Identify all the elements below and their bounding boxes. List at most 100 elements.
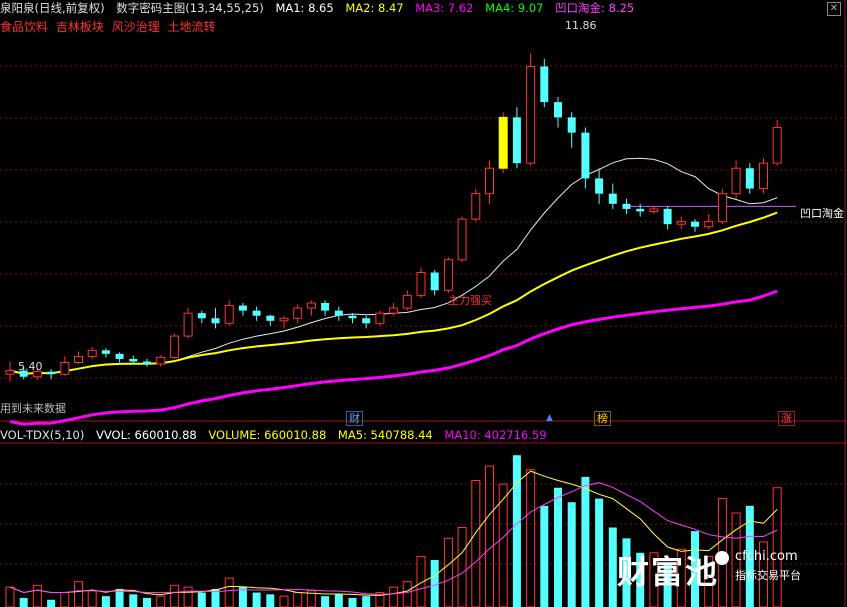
volume-value: VOLUME: 660010.88 — [208, 428, 327, 442]
volume-bar — [19, 597, 28, 607]
volume-bar — [443, 537, 453, 607]
volume-bar — [60, 592, 70, 607]
candle-body — [691, 221, 699, 227]
candle-body — [430, 272, 439, 291]
volume-bar — [169, 584, 179, 607]
bang-marker[interactable]: 榜 — [594, 411, 611, 426]
candle-body — [279, 317, 289, 322]
volume-bar — [101, 596, 110, 607]
watermark-site: cfchi.com — [735, 549, 798, 564]
volume-bar — [512, 455, 521, 607]
candle-body — [457, 218, 467, 261]
volume-bar — [526, 469, 536, 607]
volume-bar — [567, 502, 576, 607]
cai-marker[interactable]: 财 — [346, 411, 363, 426]
moving-average-lines — [9, 157, 796, 426]
ma10-value: MA10: 402716.59 — [444, 428, 547, 442]
candle-body — [540, 66, 549, 103]
candle-body — [87, 349, 97, 357]
candle-body — [115, 353, 124, 359]
candle-body — [704, 221, 714, 228]
candle-body — [74, 355, 83, 364]
volume-bar — [279, 595, 289, 607]
ma1-line — [9, 157, 778, 375]
ma5-value: MA5: 540788.44 — [337, 428, 433, 442]
volume-bar — [32, 584, 42, 607]
candle-body — [348, 315, 357, 319]
volume-bar — [293, 592, 303, 607]
candle-body — [169, 335, 179, 358]
volume-bar — [87, 590, 97, 607]
candle-body — [266, 315, 275, 321]
candle-body — [293, 307, 303, 319]
main-force-label: 主力强买 — [448, 294, 492, 307]
candlestick-series — [5, 53, 782, 382]
candle-body — [306, 302, 316, 309]
volume-bar — [457, 527, 467, 607]
candle-body — [772, 127, 782, 164]
volume-bar — [183, 586, 193, 607]
volume-bar — [143, 597, 151, 607]
volume-bar — [197, 592, 206, 607]
globe-icon — [715, 551, 729, 565]
candle-body — [252, 310, 261, 316]
candle-body — [211, 318, 220, 324]
high-price-label: 11.86 — [565, 19, 597, 32]
candle-body — [759, 162, 768, 190]
candle-body — [636, 208, 645, 212]
candle-body — [554, 102, 562, 118]
volume-bar — [224, 577, 234, 607]
candle-body — [512, 117, 521, 164]
volume-bar — [321, 596, 330, 607]
candle-body — [129, 358, 138, 362]
candle-body — [321, 303, 330, 311]
candle-body — [745, 168, 754, 189]
candle-body — [238, 305, 247, 311]
candle-body — [567, 117, 576, 133]
volume-bar — [47, 599, 56, 607]
volume-bar — [485, 465, 494, 607]
candle-body — [498, 116, 508, 169]
watermark-slogan: 指标交易平台 — [735, 569, 801, 582]
volume-bar — [554, 487, 562, 607]
candle-body — [101, 350, 110, 354]
volume-bar — [402, 581, 412, 607]
candle-body — [224, 305, 234, 324]
candle-body — [375, 312, 385, 324]
candle-body — [622, 203, 631, 209]
volume-bar — [430, 560, 439, 607]
up-arrow-marker[interactable]: ▲ — [544, 412, 555, 425]
volume-bar — [595, 498, 604, 607]
candle-body — [334, 310, 343, 316]
candle-body — [47, 371, 56, 375]
candle-body — [649, 208, 659, 212]
candle-body — [416, 271, 426, 296]
volume-bar — [540, 505, 549, 607]
candle-body — [717, 193, 727, 223]
candle-body — [676, 221, 686, 225]
low-price-label: 5.40 — [18, 360, 43, 373]
volume-bar — [471, 480, 481, 607]
candle-body — [608, 193, 617, 204]
ma2-line — [9, 211, 778, 375]
candle-body — [663, 208, 672, 225]
volume-bar — [348, 597, 357, 607]
cfchi-watermark: 财富池 cfchi.com 指标交易平台 — [617, 547, 817, 591]
candle-body — [60, 362, 70, 375]
kline-chart[interactable] — [0, 0, 847, 607]
volume-bar — [608, 527, 617, 607]
volume-bar — [266, 594, 275, 607]
candle-body — [389, 307, 399, 314]
volume-bar — [389, 586, 399, 607]
volume-bar — [252, 592, 261, 607]
zhang-marker[interactable]: 涨 — [778, 411, 795, 426]
candle-body — [485, 167, 494, 195]
candle-body — [197, 313, 206, 319]
volume-chart-header: VOL-TDX(5,10) VVOL: 660010.88 VOLUME: 66… — [0, 427, 555, 443]
candle-body — [443, 259, 453, 291]
future-data-label: 用到未来数据 — [0, 402, 66, 415]
volume-bar — [334, 594, 343, 607]
volume-bar — [129, 594, 138, 607]
volume-indicator-name[interactable]: VOL-TDX(5,10) — [0, 428, 84, 442]
volume-bar — [74, 581, 83, 607]
